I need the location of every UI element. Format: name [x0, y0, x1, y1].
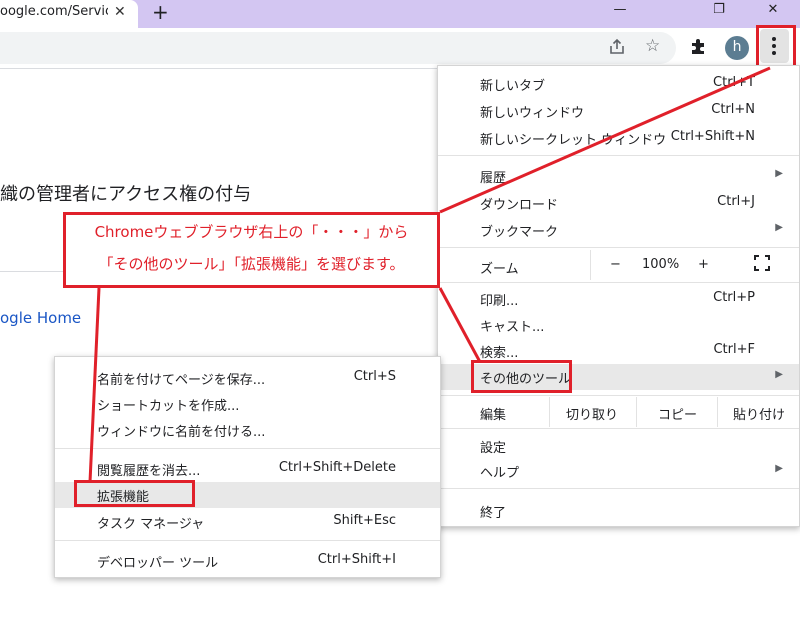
menu-shortcut: Ctrl+T — [713, 75, 755, 90]
menu-shortcut: Ctrl+S — [353, 369, 396, 384]
menu-item-settings[interactable]: 設定 — [438, 433, 799, 459]
menu-label: 新しいシークレット ウィンドウ — [480, 133, 667, 148]
menu-label: 新しいタブ — [480, 79, 546, 94]
menu-label: キャスト... — [480, 320, 545, 335]
zoom-in-button[interactable]: + — [698, 257, 709, 272]
submenu-item-save-page[interactable]: 名前を付けてページを保存... Ctrl+S — [55, 365, 440, 391]
menu-label: 履歴 — [480, 171, 507, 186]
menu-separator — [438, 282, 799, 283]
profile-avatar[interactable]: h — [725, 36, 749, 60]
zoom-divider — [590, 250, 591, 280]
menu-shortcut: Ctrl+J — [717, 194, 755, 209]
browser-toolbar — [0, 28, 800, 68]
menu-separator — [438, 247, 799, 248]
menu-label: 設定 — [480, 441, 507, 456]
menu-label: 名前を付けてページを保存... — [97, 373, 266, 388]
menu-separator — [438, 428, 799, 429]
submenu-item-create-shortcut[interactable]: ショートカットを作成... — [55, 391, 440, 417]
menu-separator — [438, 488, 799, 489]
menu-label: 印刷... — [480, 294, 519, 309]
menu-item-edit: 編集 切り取り コピー 貼り付け — [438, 399, 799, 425]
zoom-out-button[interactable]: − — [610, 257, 621, 272]
edit-divider — [636, 397, 637, 427]
address-bar[interactable] — [0, 32, 676, 64]
menu-shortcut: Ctrl+N — [711, 102, 755, 117]
menu-shortcut: Ctrl+F — [713, 342, 755, 357]
tab-title: oogle.com/Servic — [0, 4, 108, 19]
edit-cut-button[interactable]: 切り取り — [566, 404, 618, 423]
highlight-more-menu — [756, 25, 796, 69]
highlight-more-tools — [471, 360, 572, 393]
menu-shortcut: Ctrl+P — [713, 290, 755, 305]
menu-shortcut: Ctrl+Shift+I — [317, 552, 396, 567]
maximize-icon[interactable]: ❐ — [709, 0, 729, 20]
minimize-icon[interactable]: — — [610, 0, 630, 20]
more-tools-submenu: 名前を付けてページを保存... Ctrl+S ショートカットを作成... ウィン… — [54, 356, 441, 578]
menu-item-exit[interactable]: 終了 — [438, 498, 799, 524]
menu-separator — [438, 155, 799, 156]
menu-separator — [438, 395, 799, 396]
google-home-link[interactable]: ogle Home — [0, 309, 81, 327]
menu-label: 終了 — [480, 506, 507, 521]
menu-separator — [55, 448, 440, 449]
submenu-arrow-icon: ▶ — [775, 369, 783, 380]
menu-label: ショートカットを作成... — [97, 399, 240, 414]
menu-item-new-incognito[interactable]: 新しいシークレット ウィンドウ Ctrl+Shift+N — [438, 125, 799, 151]
highlight-extensions — [74, 480, 195, 507]
browser-tab[interactable]: oogle.com/Servic ✕ — [0, 0, 138, 28]
menu-item-bookmarks[interactable]: ブックマーク ▶ — [438, 217, 799, 243]
menu-item-history[interactable]: 履歴 ▶ — [438, 163, 799, 189]
menu-label: ダウンロード — [480, 198, 559, 213]
submenu-arrow-icon: ▶ — [775, 463, 783, 474]
menu-label: ヘルプ — [480, 466, 520, 481]
menu-label: 編集 — [480, 408, 507, 423]
menu-shortcut: Shift+Esc — [333, 513, 396, 528]
edit-divider — [549, 397, 550, 427]
edit-divider — [717, 397, 718, 427]
zoom-level: 100% — [642, 257, 680, 272]
menu-label: ウィンドウに名前を付ける... — [97, 425, 266, 440]
menu-label: 検索... — [480, 346, 519, 361]
tab-strip: oogle.com/Servic ✕ + — ❐ ✕ — [0, 0, 800, 28]
menu-label: タスク マネージャ — [97, 517, 205, 532]
extensions-puzzle-icon[interactable] — [690, 37, 708, 60]
submenu-item-clear-data[interactable]: 閲覧履歴を消去... Ctrl+Shift+Delete — [55, 456, 440, 482]
menu-label: 閲覧履歴を消去... — [97, 464, 201, 479]
window-close-icon[interactable]: ✕ — [763, 0, 783, 20]
chrome-main-menu: 新しいタブ Ctrl+T 新しいウィンドウ Ctrl+N 新しいシークレット ウ… — [437, 65, 800, 527]
menu-item-cast[interactable]: キャスト... — [438, 312, 799, 338]
menu-item-new-window[interactable]: 新しいウィンドウ Ctrl+N — [438, 98, 799, 124]
menu-shortcut: Ctrl+Shift+N — [670, 129, 755, 144]
edit-copy-button[interactable]: コピー — [658, 404, 697, 423]
submenu-item-dev-tools[interactable]: デベロッパー ツール Ctrl+Shift+I — [55, 548, 440, 574]
bookmark-star-icon[interactable]: ☆ — [645, 36, 660, 56]
submenu-item-name-window[interactable]: ウィンドウに名前を付ける... — [55, 417, 440, 443]
submenu-item-task-manager[interactable]: タスク マネージャ Shift+Esc — [55, 509, 440, 535]
menu-item-zoom: ズーム − 100% + — [438, 252, 799, 280]
menu-separator — [55, 540, 440, 541]
share-icon[interactable] — [608, 38, 626, 61]
menu-item-help[interactable]: ヘルプ ▶ — [438, 458, 799, 484]
menu-label: 新しいウィンドウ — [480, 106, 585, 121]
submenu-arrow-icon: ▶ — [775, 168, 783, 179]
menu-label: ブックマーク — [480, 225, 559, 240]
edit-paste-button[interactable]: 貼り付け — [733, 404, 785, 423]
menu-item-downloads[interactable]: ダウンロード Ctrl+J — [438, 190, 799, 216]
callout-line-1: Chromeウェブブラウザ右上の「・・・」から — [94, 223, 409, 241]
page-heading: 織の管理者にアクセス権の付与 — [0, 184, 252, 205]
annotation-callout: Chromeウェブブラウザ右上の「・・・」から 「その他のツール」「拡張機能」を… — [63, 212, 440, 288]
menu-label: デベロッパー ツール — [97, 556, 219, 571]
menu-shortcut: Ctrl+Shift+Delete — [278, 460, 396, 475]
new-tab-button[interactable]: + — [152, 0, 169, 24]
tab-close-icon[interactable]: ✕ — [114, 0, 126, 24]
menu-item-print[interactable]: 印刷... Ctrl+P — [438, 286, 799, 312]
fullscreen-icon[interactable] — [754, 255, 770, 275]
menu-label: ズーム — [480, 262, 519, 277]
callout-line-2: 「その他のツール」「拡張機能」を選びます。 — [98, 255, 405, 273]
menu-item-new-tab[interactable]: 新しいタブ Ctrl+T — [438, 71, 799, 97]
page-divider — [0, 68, 440, 69]
submenu-arrow-icon: ▶ — [775, 222, 783, 233]
